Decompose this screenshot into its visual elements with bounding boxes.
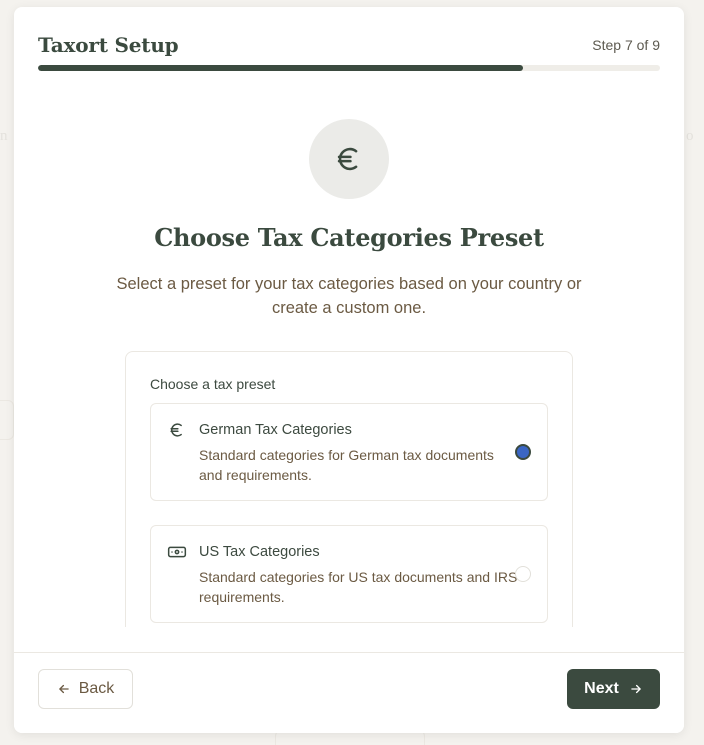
app-title: Taxort Setup: [38, 33, 179, 57]
arrow-left-icon: [58, 684, 69, 694]
next-button[interactable]: Next: [567, 669, 660, 709]
option-title: German Tax Categories: [199, 422, 352, 438]
page-title: Choose Tax Categories Preset: [154, 223, 544, 252]
preset-heading: Choose a tax preset: [150, 376, 276, 392]
page-subtitle: Select a preset for your tax categories …: [116, 275, 582, 317]
hero-icon-circle: [309, 119, 389, 199]
progress-bar: [38, 65, 660, 71]
euro-icon: [337, 147, 358, 171]
background-text-fragment: n: [0, 128, 8, 144]
step-indicator: Step 7 of 9: [592, 37, 660, 53]
preset-option-german[interactable]: German Tax Categories Standard categorie…: [150, 403, 548, 501]
back-button-label: Back: [78, 680, 115, 697]
back-button[interactable]: Back: [38, 669, 133, 709]
option-description: Standard categories for German tax docum…: [199, 447, 494, 483]
option-title: US Tax Categories: [199, 544, 320, 560]
arrow-right-icon: [631, 684, 641, 694]
scroll-fade: [14, 627, 684, 653]
background-text-fragment: o: [686, 128, 694, 144]
preset-card: Choose a tax preset German Tax Categorie…: [125, 351, 573, 651]
background-box: [0, 400, 14, 440]
radio-button[interactable]: [515, 566, 531, 582]
radio-button[interactable]: [515, 444, 531, 460]
euro-icon: [170, 423, 182, 437]
modal-footer: Back Next: [14, 652, 684, 733]
next-button-label: Next: [584, 680, 619, 697]
banknote-icon: [167, 546, 187, 558]
option-description: Standard categories for US tax documents…: [199, 569, 518, 605]
progress-bar-fill: [38, 65, 524, 71]
preset-option-us[interactable]: US Tax Categories Standard categories fo…: [150, 525, 548, 623]
setup-modal: Taxort Setup Step 7 of 9 Choose Tax Cate…: [14, 7, 684, 733]
